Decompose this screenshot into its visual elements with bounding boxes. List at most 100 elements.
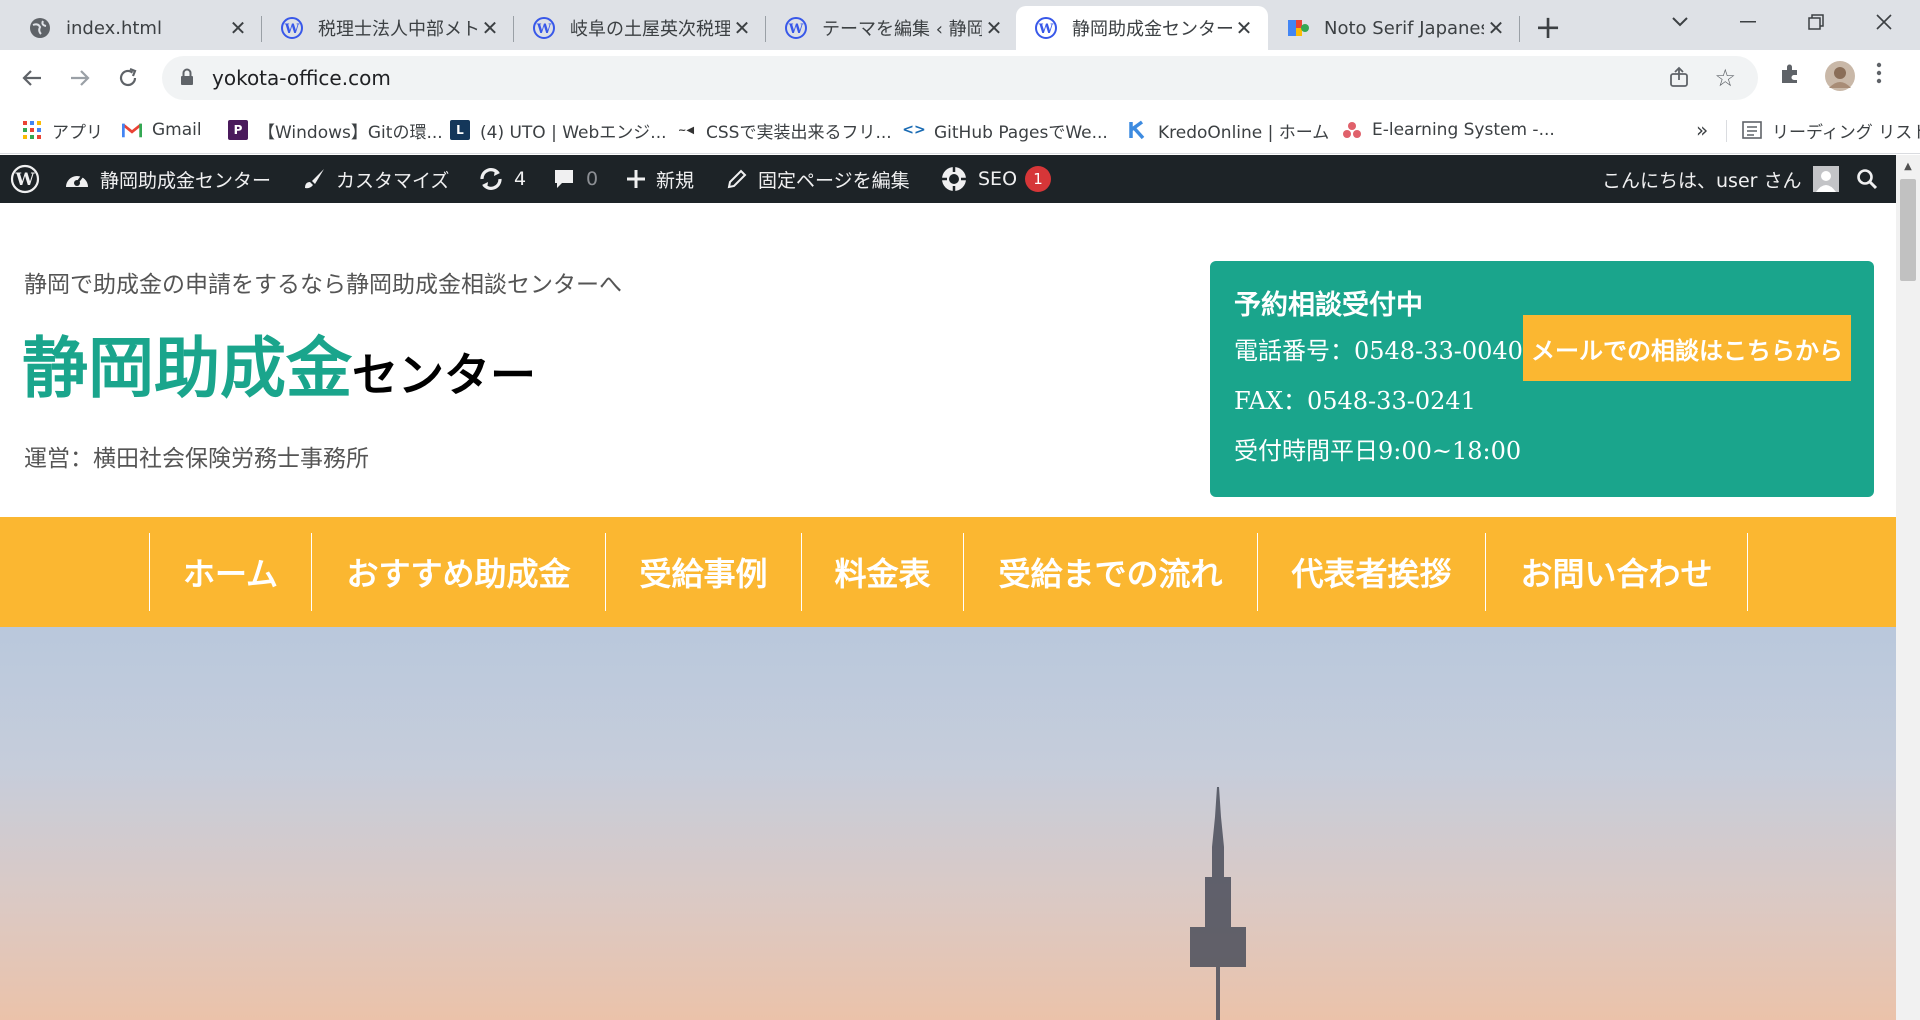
- admin-account[interactable]: こんにちは、user さん: [1602, 155, 1840, 203]
- tab-title: テーマを編集 ‹ 静岡助: [822, 19, 982, 40]
- url-text[interactable]: yokota-office.com: [212, 66, 391, 90]
- bookmark-css-icon: ~◀: [677, 124, 695, 136]
- bookmark-uto[interactable]: L (4) UTO | Webエンジ...: [450, 116, 667, 144]
- svg-text:W: W: [536, 22, 552, 37]
- admin-new[interactable]: 新規: [626, 155, 694, 203]
- bookmark-github-pages[interactable]: <> GitHub PagesでWe...: [902, 116, 1108, 144]
- seo-gear-icon: [940, 165, 968, 193]
- tab-active-shizuoka[interactable]: W 静岡助成金センター ✕: [1016, 6, 1268, 50]
- browser-toolbar: yokota-office.com ☆: [0, 50, 1920, 106]
- reading-list-icon: [1742, 120, 1762, 140]
- tab-title: 岐阜の土屋英次税理: [570, 19, 730, 40]
- site-operator: 運営：横田社会保険労務士事務所: [24, 446, 369, 472]
- tab-wordpress-1[interactable]: W 税理士法人中部メト ✕: [262, 6, 514, 50]
- refresh-icon: [478, 167, 504, 191]
- nav-item-greeting[interactable]: 代表者挨拶: [1258, 533, 1486, 611]
- tab-noto-serif[interactable]: Noto Serif Japanese ✕: [1268, 6, 1520, 50]
- google-fonts-icon: [1286, 16, 1310, 40]
- admin-edit-page[interactable]: 固定ページを編集: [726, 155, 910, 203]
- nav-item-recommended[interactable]: おすすめ助成金: [312, 533, 606, 611]
- admin-seo-label: SEO: [978, 168, 1018, 190]
- admin-updates[interactable]: 4: [478, 155, 526, 203]
- contact-heading: 予約相談受付中: [1234, 290, 1423, 321]
- tab-strip: index.html ✕ W 税理士法人中部メト ✕ W 岐阜の土屋英次税理 ✕…: [0, 0, 1920, 50]
- close-icon[interactable]: ✕: [226, 16, 250, 40]
- extensions-puzzle-icon[interactable]: [1778, 62, 1802, 90]
- close-icon[interactable]: ✕: [982, 16, 1006, 40]
- gmail-icon: [122, 120, 142, 140]
- reload-button[interactable]: [108, 58, 148, 98]
- bookmark-star-icon[interactable]: ☆: [1714, 64, 1736, 92]
- chrome-menu-icon[interactable]: [1876, 62, 1882, 88]
- site-tagline: 静岡で助成金の申請をするなら静岡助成金相談センターへ: [24, 272, 622, 298]
- apps-grid-icon: [22, 120, 42, 140]
- site-title-main: 静岡助成金: [22, 329, 352, 407]
- wordpress-icon: W: [784, 16, 808, 40]
- wp-logo-menu[interactable]: W: [10, 155, 50, 203]
- wordpress-icon: W: [10, 164, 40, 194]
- reading-list-button[interactable]: リーディング リスト: [1742, 116, 1920, 144]
- admin-new-label: 新規: [656, 169, 695, 192]
- share-icon[interactable]: [1668, 66, 1690, 92]
- bookmark-git-windows[interactable]: P 【Windows】Gitの環...: [228, 116, 443, 144]
- contact-phone: 電話番号：0548-33-0040: [1234, 337, 1523, 365]
- bookmark-css[interactable]: ~◀ CSSで実装出来るフリ...: [676, 116, 892, 144]
- comment-bubble-icon: [552, 167, 576, 191]
- tab-title: 静岡助成金センター: [1072, 19, 1232, 40]
- page-scrollbar[interactable]: ▲: [1896, 155, 1920, 1020]
- nav-item-flow[interactable]: 受給までの流れ: [964, 533, 1258, 611]
- close-window-button[interactable]: [1852, 0, 1916, 44]
- admin-search[interactable]: [1856, 155, 1888, 203]
- scrollbar-thumb[interactable]: [1900, 179, 1916, 281]
- close-icon[interactable]: ✕: [478, 16, 502, 40]
- seo-notification-badge: 1: [1025, 166, 1052, 192]
- restore-button[interactable]: [1784, 0, 1848, 44]
- tab-index-html[interactable]: index.html ✕: [10, 6, 262, 50]
- tab-search-chevron-icon[interactable]: [1648, 0, 1712, 44]
- address-bar[interactable]: yokota-office.com ☆: [162, 56, 1758, 100]
- tab-title: index.html: [66, 17, 162, 39]
- scroll-up-icon[interactable]: ▲: [1896, 155, 1920, 177]
- admin-site-name[interactable]: 静岡助成金センター: [64, 155, 271, 203]
- back-button[interactable]: [12, 58, 52, 98]
- tab-title: 税理士法人中部メト: [318, 19, 478, 40]
- tab-wordpress-2[interactable]: W 岐阜の土屋英次税理 ✕: [514, 6, 766, 50]
- contact-hours: 受付時間平日9:00~18:00: [1234, 437, 1522, 465]
- nav-item-home[interactable]: ホーム: [150, 533, 312, 611]
- code-icon: <>: [902, 122, 926, 138]
- admin-seo[interactable]: SEO 1: [940, 155, 1052, 203]
- global-nav: ホーム おすすめ助成金 受給事例 料金表 受給までの流れ 代表者挨拶 お問い合わ…: [0, 517, 1896, 627]
- bookmark-label: Gmail: [152, 120, 202, 140]
- tab-title: Noto Serif Japanese: [1324, 17, 1484, 39]
- bookmark-kredo[interactable]: KredoOnline | ホーム: [1128, 116, 1329, 144]
- bookmark-gmail[interactable]: Gmail: [122, 116, 202, 144]
- bookmark-label: (4) UTO | Webエンジ...: [480, 122, 667, 143]
- bookmark-apps[interactable]: アプリ: [22, 116, 103, 144]
- forward-button[interactable]: [60, 58, 100, 98]
- profile-avatar[interactable]: [1824, 60, 1856, 96]
- close-icon[interactable]: ✕: [1484, 16, 1508, 40]
- admin-comments[interactable]: 0: [552, 155, 598, 203]
- tab-wordpress-3[interactable]: W テーマを編集 ‹ 静岡助 ✕: [766, 6, 1018, 50]
- reading-list-label: リーディング リスト: [1772, 122, 1920, 143]
- wordpress-icon: W: [280, 16, 304, 40]
- wordpress-icon: W: [532, 16, 556, 40]
- site-title-suffix: センター: [352, 348, 536, 402]
- site-title[interactable]: 静岡助成金センター: [22, 315, 536, 411]
- contact-box: 予約相談受付中 電話番号：0548-33-0040 FAX：0548-33-02…: [1210, 261, 1874, 497]
- bookmark-elearning[interactable]: E-learning System -...: [1342, 116, 1555, 144]
- nav-item-contact[interactable]: お問い合わせ: [1486, 533, 1748, 611]
- close-icon[interactable]: ✕: [730, 16, 754, 40]
- close-icon[interactable]: ✕: [1232, 16, 1256, 40]
- minimize-button[interactable]: [1716, 0, 1780, 44]
- new-tab-button[interactable]: +: [1528, 8, 1568, 48]
- bookmarks-bar: アプリ Gmail P 【Windows】Gitの環... L (4) UTO …: [0, 106, 1920, 154]
- mail-consult-button[interactable]: メールでの相談はこちらから: [1523, 315, 1851, 381]
- nav-item-cases[interactable]: 受給事例: [606, 533, 802, 611]
- skyline-silhouette: [1190, 787, 1246, 1020]
- nav-item-pricing[interactable]: 料金表: [802, 533, 964, 611]
- admin-customize[interactable]: カスタマイズ: [302, 155, 449, 203]
- bookmarks-overflow-button[interactable]: »: [1696, 116, 1708, 144]
- plus-icon: [626, 169, 646, 189]
- lock-icon[interactable]: [180, 68, 194, 90]
